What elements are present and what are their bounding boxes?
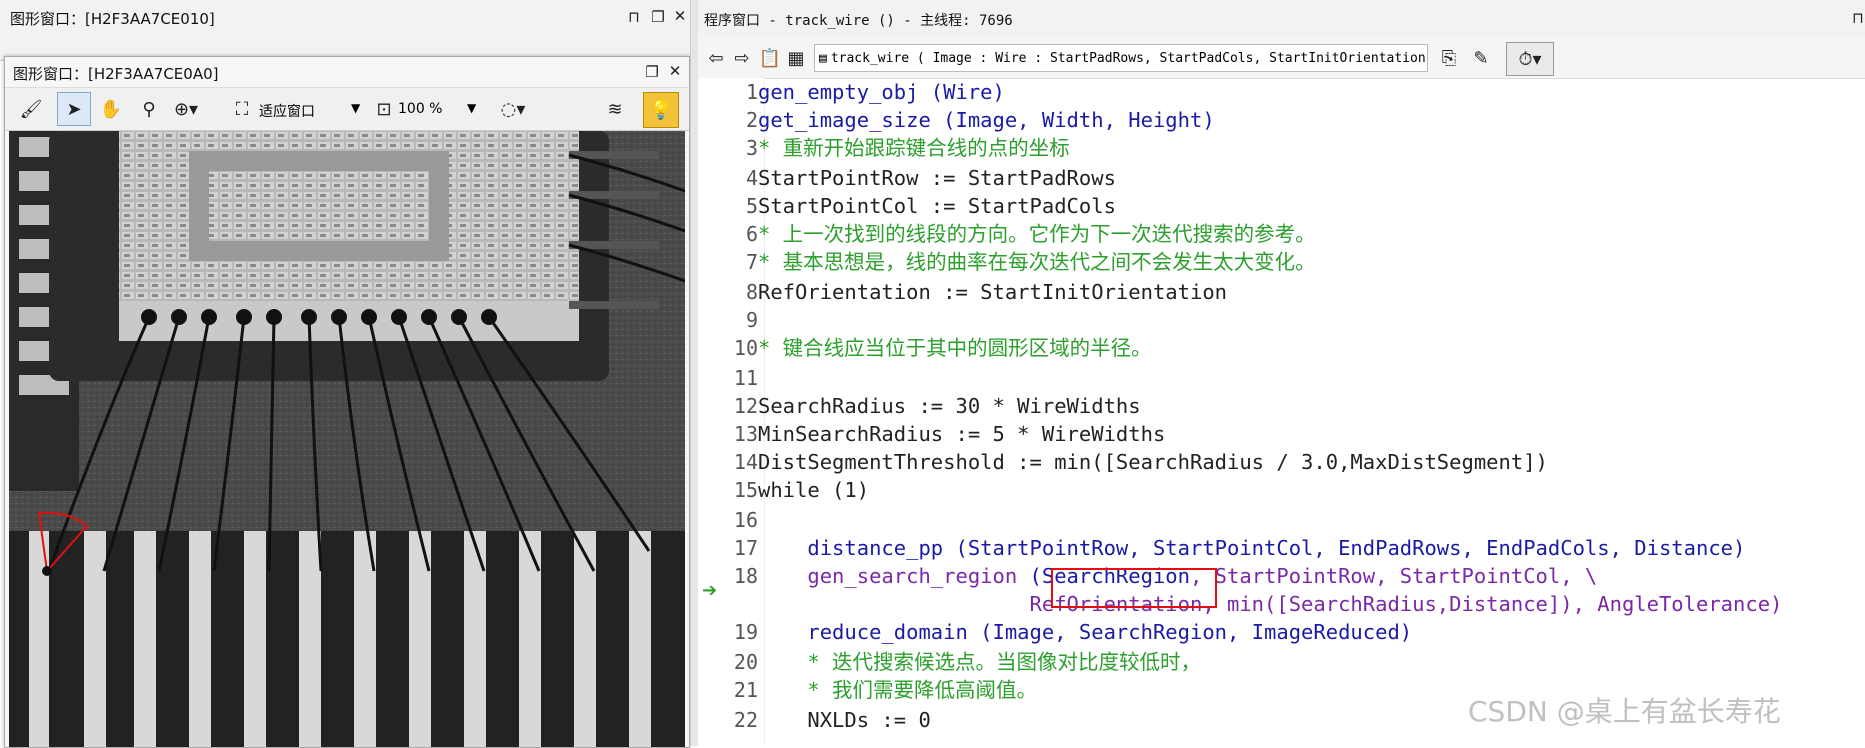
- code-token: MinSearchRadius := 5 * WireWidths: [758, 422, 1166, 446]
- code-token: * 迭代搜索候选点。当图像对比度较低时，: [758, 650, 1202, 674]
- code-line[interactable]: * 迭代搜索候选点。当图像对比度较低时，: [758, 648, 1201, 676]
- bonded-chip-image: [9, 131, 685, 747]
- code-line[interactable]: * 上一次找到的线段的方向。它作为下一次迭代搜索的参考。: [758, 220, 1316, 248]
- line-number: 14: [733, 450, 758, 474]
- graphics-window-back: 图形窗口：[H2F3AA7CE010] ⊓ ❐ ✕: [0, 0, 690, 61]
- lightbulb-icon[interactable]: 💡: [643, 92, 679, 128]
- line-number: 7: [745, 250, 758, 274]
- code-line[interactable]: DistSegmentThreshold := min([SearchRadiu…: [758, 448, 1548, 476]
- line-number: 17: [733, 536, 758, 560]
- brush-icon[interactable]: 🖌: [17, 94, 45, 124]
- restore-icon[interactable]: ❐: [642, 63, 662, 81]
- line-number: 2: [745, 108, 758, 132]
- zoom-percent-dropdown[interactable]: ▼: [467, 101, 476, 115]
- line-number: 5: [745, 194, 758, 218]
- code-token: , StartPointRow, StartPointCol, \: [1189, 564, 1598, 588]
- code-token: RefOrientation, min([SearchRadius,Distan…: [758, 592, 1783, 616]
- zoom-percent-icon[interactable]: ⊡: [371, 94, 397, 124]
- zoom-percent-label[interactable]: 100 %: [398, 101, 442, 117]
- code-line[interactable]: * 基本思想是，线的曲率在每次迭代之间不会发生太大变化。: [758, 248, 1316, 276]
- code-line[interactable]: get_image_size (Image, Width, Height): [758, 106, 1215, 134]
- code-line[interactable]: StartPointRow := StartPadRows: [758, 164, 1116, 192]
- code-line[interactable]: reduce_domain (Image, SearchRegion, Imag…: [758, 618, 1412, 646]
- line-number: 9: [745, 308, 758, 332]
- code-token: gen_empty_obj (Wire): [758, 80, 1005, 104]
- pin-icon[interactable]: ⊓: [624, 8, 644, 26]
- fit-window-icon[interactable]: ⛶: [229, 94, 255, 124]
- line-number: 12: [733, 394, 758, 418]
- close-icon[interactable]: ✕: [670, 7, 690, 25]
- code-token: SearchRadius := 30 * WireWidths: [758, 394, 1141, 418]
- code-token: * 我们需要降低高阈值。: [758, 678, 1038, 702]
- layers-icon[interactable]: ≋: [601, 94, 629, 124]
- line-number: 21: [733, 678, 758, 702]
- line-number: 16: [733, 508, 758, 532]
- fit-window-dropdown[interactable]: ▼: [351, 101, 360, 115]
- line-number: 11: [733, 366, 758, 390]
- line-number: 1: [745, 80, 758, 104]
- code-token: gen_search_region: [758, 564, 1030, 588]
- line-number: 13: [733, 422, 758, 446]
- line-number: 22: [733, 708, 758, 732]
- code-editor[interactable]: 1 gen_empty_obj (Wire) 2 get_image_size (Im…: [698, 0, 1865, 746]
- line-number: 8: [745, 280, 758, 304]
- fit-window-label[interactable]: 适应窗口: [259, 101, 315, 121]
- code-token: * 键合线应当位于其中的圆形区域的半径。: [758, 336, 1152, 360]
- code-line[interactable]: MinSearchRadius := 5 * WireWidths: [758, 420, 1165, 448]
- zoom-in-icon[interactable]: ⊕▾: [171, 94, 201, 124]
- program-window: 程序窗口 - track_wire () - 主线程: 7696 ⊓ ⇦ ⇨ 📋…: [698, 0, 1865, 746]
- code-line[interactable]: * 重新开始跟踪键合线的点的坐标: [758, 134, 1070, 162]
- code-line[interactable]: SearchRadius := 30 * WireWidths: [758, 392, 1141, 420]
- hand-icon[interactable]: ✋: [97, 94, 125, 124]
- zoom-icon[interactable]: ⚲: [135, 94, 163, 124]
- line-number: 10: [733, 336, 758, 360]
- code-line[interactable]: * 键合线应当位于其中的圆形区域的半径。: [758, 334, 1152, 362]
- code-token: * 重新开始跟踪键合线的点的坐标: [758, 136, 1070, 160]
- code-line[interactable]: RefOrientation := StartInitOrientation: [758, 278, 1227, 306]
- highlight-box: [1051, 568, 1217, 608]
- lasso-icon[interactable]: ◌▾: [493, 94, 533, 124]
- graphics-window-back-title: 图形窗口：[H2F3AA7CE010]: [10, 10, 215, 28]
- line-number: 19: [733, 620, 758, 644]
- line-number: 20: [733, 650, 758, 674]
- graphics-window-front-title: 图形窗口：[H2F3AA7CE0A0]: [13, 65, 219, 83]
- code-token: * 基本思想是，线的曲率在每次迭代之间不会发生太大变化。: [758, 250, 1316, 274]
- code-line[interactable]: gen_empty_obj (Wire): [758, 78, 1005, 106]
- code-token: reduce_domain (Image, SearchRegion, Imag…: [758, 620, 1413, 644]
- watermark: CSDN @桌上有盆长寿花: [1468, 695, 1781, 728]
- graphics-window-front: 图形窗口：[H2F3AA7CE0A0] ❐ ✕ 🖌 ➤ ✋ ⚲ ⊕▾ ⛶ 适应窗…: [4, 56, 690, 748]
- code-line[interactable]: distance_pp (StartPointRow, StartPointCo…: [758, 534, 1745, 562]
- line-number: 3: [745, 136, 758, 160]
- code-token: StartPointCol := StartPadCols: [758, 194, 1116, 218]
- pointer-icon[interactable]: ➤: [57, 92, 91, 126]
- line-number: 15: [733, 478, 758, 502]
- close-icon[interactable]: ✕: [665, 62, 685, 80]
- code-token: while (1): [758, 478, 870, 502]
- code-line[interactable]: RefOrientation, min([SearchRadius,Distan…: [758, 590, 1783, 618]
- line-number: 4: [745, 166, 758, 190]
- code-line[interactable]: * 我们需要降低高阈值。: [758, 676, 1037, 704]
- code-line[interactable]: while (1): [758, 476, 869, 504]
- graphics-toolbar: 🖌 ➤ ✋ ⚲ ⊕▾ ⛶ 适应窗口 ▼ ⊡ 100 % ▼ ◌▾ ≋ 💡: [5, 87, 689, 131]
- image-canvas[interactable]: [9, 131, 685, 747]
- code-token: RefOrientation := StartInitOrientation: [758, 280, 1227, 304]
- code-line[interactable]: StartPointCol := StartPadCols: [758, 192, 1116, 220]
- code-token: NXLDs := 0: [758, 708, 931, 732]
- code-token: * 上一次找到的线段的方向。它作为下一次迭代搜索的参考。: [758, 222, 1316, 246]
- code-token: DistSegmentThreshold := min([SearchRadiu…: [758, 450, 1548, 474]
- code-token: StartPointRow := StartPadRows: [758, 166, 1116, 190]
- line-number: 6: [745, 222, 758, 246]
- code-token: get_image_size (Image, Width, Height): [758, 108, 1215, 132]
- line-number: 18: [733, 564, 758, 588]
- code-token: distance_pp (StartPointRow, StartPointCo…: [758, 536, 1746, 560]
- restore-icon[interactable]: ❐: [648, 8, 668, 26]
- code-line[interactable]: NXLDs := 0: [758, 706, 931, 734]
